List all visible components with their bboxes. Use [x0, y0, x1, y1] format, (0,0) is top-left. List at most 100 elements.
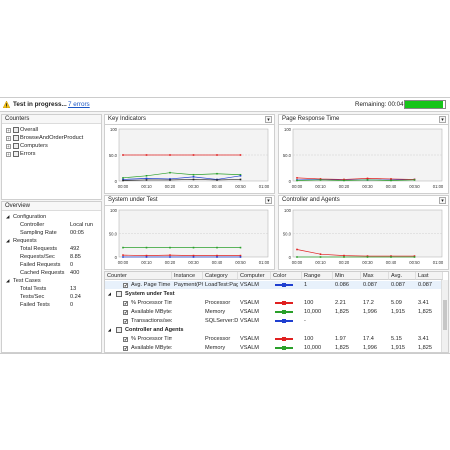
overview-value: 00:05: [70, 230, 84, 236]
column-header[interactable]: Color: [271, 272, 302, 280]
x-tick-label: 00:30: [362, 260, 373, 265]
data-point: [216, 254, 218, 257]
chevron-down-icon[interactable]: ▾: [265, 116, 272, 123]
cell-avg: 1,915: [391, 309, 405, 315]
column-header[interactable]: Computer: [238, 272, 271, 280]
cell-computer: VSALM: [240, 345, 259, 351]
overview-section[interactable]: ◢ Requests: [2, 237, 101, 245]
table-row[interactable]: ✔ Available MByte:- Memory VSALM 10,000 1,825…: [105, 344, 443, 352]
column-header[interactable]: Min: [333, 272, 361, 280]
overview-section[interactable]: ◢ Test Cases: [2, 277, 101, 285]
errors-link[interactable]: 7 errors: [68, 101, 90, 108]
cell-range: 10,000: [304, 309, 322, 315]
table-group-row[interactable]: ◢ Controller and Agents: [105, 326, 443, 334]
column-header[interactable]: Category: [203, 272, 238, 280]
table-row[interactable]: ✔Transactions/sec_Total SQLServer:DaVSALM…: [105, 317, 443, 325]
table-scrollbar[interactable]: [441, 280, 448, 352]
collapse-icon[interactable]: ◢: [6, 277, 9, 285]
data-point: [169, 154, 171, 156]
overview-key: Failed Requests: [20, 262, 61, 268]
cell-min: 1,825: [335, 345, 349, 351]
overview-key: Total Tests: [20, 286, 47, 292]
cell-min: 0.086: [335, 282, 349, 288]
overview-value: 0: [70, 302, 74, 308]
overview-key: Sampling Rate: [20, 230, 57, 236]
counter-tree-item[interactable]: + Overall: [2, 126, 101, 134]
data-point: [343, 254, 345, 257]
cell-min: 1,825: [335, 309, 349, 315]
x-tick-label: 00:10: [141, 184, 152, 189]
overview-key: Failed Tests: [20, 302, 50, 308]
column-header[interactable]: Avg.: [389, 272, 416, 280]
y-tick-label: 100: [284, 127, 292, 132]
cell-category: LoadTest:Page: [205, 282, 238, 288]
expand-icon[interactable]: +: [6, 128, 11, 133]
checkbox[interactable]: ✔: [123, 301, 128, 306]
graph-controller-and-agents[interactable]: Controller and Agents ▾ 100 50.0 0 00:00 00:1…: [278, 195, 449, 270]
data-point: [192, 178, 195, 181]
expand-icon[interactable]: +: [6, 136, 11, 141]
cell-range: 100: [304, 300, 314, 306]
x-tick-label: 00:00: [118, 260, 129, 265]
y-tick-label: 50.0: [283, 153, 292, 158]
column-header[interactable]: Instance: [172, 272, 203, 280]
graph-page-response-time[interactable]: Page Response Time ▾ 100 50.0 0 00:00 00:10 00…: [278, 114, 449, 194]
cell-computer: VSALM: [240, 336, 259, 342]
collapse-icon[interactable]: ◢: [108, 290, 111, 298]
overview-key: Cached Requests: [20, 270, 65, 276]
cell-instance: Payment(PO): [174, 282, 203, 288]
checkbox[interactable]: ✔: [123, 346, 128, 351]
data-point: [216, 256, 218, 258]
table-group-row[interactable]: ◢ System under Test: [105, 290, 443, 298]
overview-section-label: Test Cases: [13, 278, 41, 284]
column-header[interactable]: Max: [361, 272, 389, 280]
collapse-icon[interactable]: ◢: [108, 326, 111, 334]
chevron-down-icon[interactable]: ▾: [439, 197, 446, 204]
table-row[interactable]: ✔% Processor Tim 0 Processor VSALM 100 1.97 1…: [105, 335, 443, 343]
controller-and-agents-chart: 10050.0000:00 00:10 00:20 00:30 00:40 00:50 01…: [283, 208, 444, 265]
chevron-down-icon[interactable]: ▾: [439, 116, 446, 123]
cell-last: 1,825: [418, 345, 432, 351]
cell-category: Processor: [205, 300, 231, 306]
y-tick-label: 50.0: [109, 153, 118, 158]
counter-tree-item[interactable]: + Errors: [2, 150, 101, 158]
cell-counter: Available MByte:-: [131, 345, 172, 351]
checkbox[interactable]: ✔: [123, 283, 128, 288]
data-point: [122, 177, 124, 179]
cell-range: 10,000: [304, 345, 322, 351]
counter-tree-item[interactable]: + BrowseAndOrderProduct: [2, 134, 101, 142]
x-tick-label: 00:00: [292, 260, 303, 265]
y-tick-label: 50.0: [283, 232, 292, 237]
cell-category: Memory: [205, 345, 226, 351]
cell-counter: Transactions/sec_Total: [131, 318, 172, 324]
graph-key-indicators[interactable]: Key Indicators ▾ 100 50.0 0 00:00 00:10 00:20 0…: [104, 114, 275, 194]
x-tick-label: 00:10: [141, 260, 152, 265]
group-icon: [116, 327, 122, 333]
x-tick-label: 00:00: [292, 184, 303, 189]
checkbox[interactable]: ✔: [123, 337, 128, 342]
table-row[interactable]: ✔ Available MByte:- Memory VSALM 10,000 1,825…: [105, 308, 443, 316]
table-row[interactable]: ✔% Processor Tim_Total Processor VSALM 100 2…: [105, 299, 443, 307]
data-point: [343, 179, 345, 182]
checkbox[interactable]: ✔: [123, 319, 128, 324]
overview-section[interactable]: ◢ Configuration: [2, 213, 101, 221]
x-tick-label: 00:10: [315, 260, 326, 265]
data-point: [122, 154, 124, 156]
data-point: [169, 246, 171, 249]
column-header[interactable]: Counter: [105, 272, 172, 280]
x-tick-label: 01:00: [433, 260, 444, 265]
counter-tree-item[interactable]: + Computers: [2, 142, 101, 150]
expand-icon[interactable]: +: [6, 144, 11, 149]
column-header[interactable]: Range: [302, 272, 333, 280]
checkbox[interactable]: ✔: [123, 310, 128, 315]
collapse-icon[interactable]: ◢: [6, 237, 9, 245]
color-swatch: [275, 346, 293, 350]
collapse-icon[interactable]: ◢: [6, 213, 9, 221]
expand-icon[interactable]: +: [6, 152, 11, 157]
table-row[interactable]: ✔Avg. Page TimePayment(PO)LoadTest:PageV…: [105, 281, 443, 289]
column-header[interactable]: Last: [416, 272, 443, 280]
data-point: [169, 171, 171, 174]
chevron-down-icon[interactable]: ▾: [265, 197, 272, 204]
data-point: [296, 256, 298, 258]
graph-system-under-test[interactable]: System under Test ▾ 100 50.0 0 00:00 00:10 00:…: [104, 195, 275, 270]
